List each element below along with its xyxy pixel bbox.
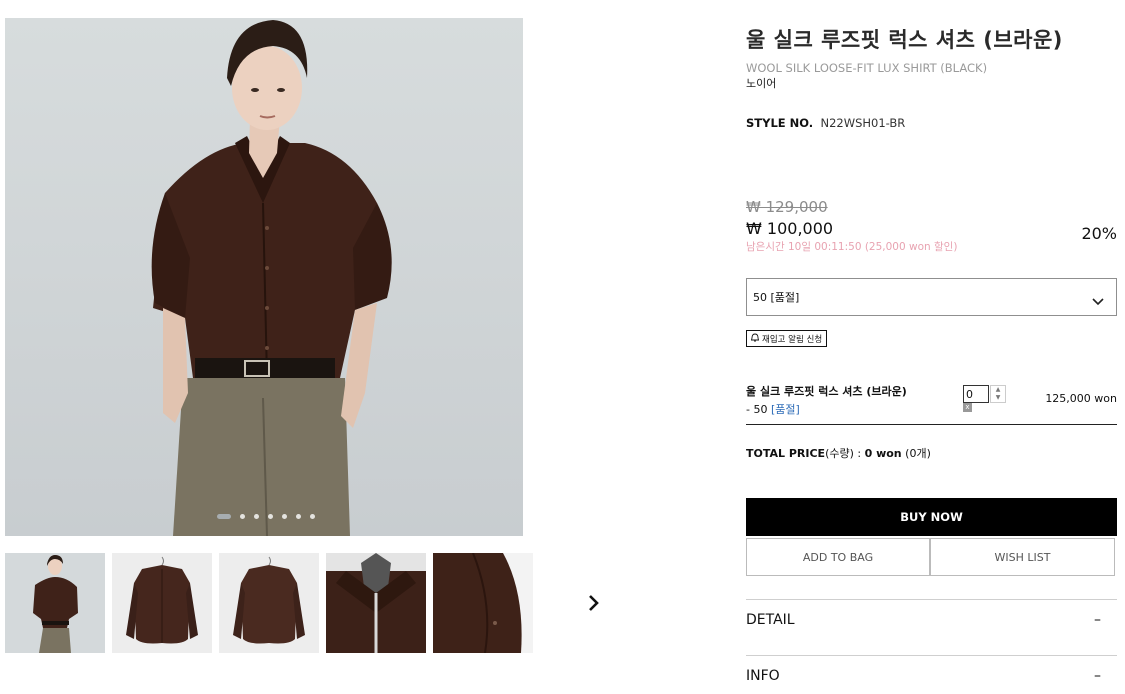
soldout-label: [품절]: [770, 403, 800, 416]
collapse-icon[interactable]: –: [1094, 668, 1101, 684]
thumbnail-hanger-back[interactable]: [219, 553, 319, 653]
total-item-count: (0개): [905, 447, 931, 460]
carousel-dots[interactable]: [217, 514, 315, 519]
wish-list-button[interactable]: WISH LIST: [930, 538, 1115, 576]
quantity-input[interactable]: 0: [963, 385, 989, 403]
thumbnail-cuff[interactable]: [433, 553, 533, 653]
brand-name[interactable]: 노이어: [746, 75, 776, 91]
total-price-amount: 0 won: [864, 447, 902, 460]
remove-item-icon[interactable]: x: [963, 403, 972, 412]
original-price: ₩ 129,000: [746, 198, 828, 216]
carousel-dot[interactable]: [268, 514, 273, 519]
selected-item-size: - 50: [746, 403, 768, 416]
thumb-hanger-back-image: [233, 556, 305, 644]
add-to-bag-button[interactable]: ADD TO BAG: [746, 538, 930, 576]
quantity-stepper[interactable]: ▲ ▼: [990, 385, 1006, 403]
sale-timer: 남은시간 10일 00:11:50 (25,000 won 할인): [746, 241, 958, 253]
size-option-select[interactable]: 50 [품절]: [746, 278, 1117, 316]
thumb-cuff-image: [433, 553, 522, 653]
selected-item-option: - 50 [품절]: [746, 401, 800, 417]
sale-price: ₩ 100,000: [746, 219, 834, 238]
carousel-dot[interactable]: [310, 514, 315, 519]
total-qty-label: (수량) :: [825, 447, 865, 460]
thumbnail-model[interactable]: [5, 553, 105, 653]
main-product-image[interactable]: [5, 18, 523, 536]
chevron-down-icon: [1092, 291, 1104, 310]
thumbnail-strip: [5, 553, 533, 653]
style-number-value: N22WSH01-BR: [820, 116, 906, 130]
divider: [746, 655, 1117, 656]
style-number: STYLE NO. N22WSH01-BR: [746, 116, 905, 130]
selected-item-price: 125,000 won: [1045, 392, 1117, 405]
product-title: 울 실크 루즈핏 럭스 셔츠 (브라운): [746, 28, 1063, 52]
accordion-detail-label: DETAIL: [746, 612, 795, 628]
restock-alert-button[interactable]: 재입고 알림 신청: [746, 330, 828, 347]
buy-now-button[interactable]: BUY NOW: [746, 498, 1117, 536]
divider: [746, 599, 1117, 600]
model-photo: [151, 20, 392, 536]
size-option-value: 50 [품절]: [753, 291, 800, 304]
carousel-dot[interactable]: [296, 514, 301, 519]
product-subtitle-en: WOOL SILK LOOSE-FIT LUX SHIRT (BLACK): [746, 61, 988, 75]
style-number-label: STYLE NO.: [746, 116, 814, 130]
discount-rate: 20%: [1081, 224, 1117, 243]
thumb-model-image: [33, 555, 78, 653]
total-price-label: TOTAL PRICE: [746, 447, 826, 460]
thumb-hanger-front-image: [126, 556, 198, 644]
accordion-info[interactable]: INFO –: [746, 668, 1117, 690]
selected-item-name: 울 실크 루즈핏 럭스 셔츠 (브라운): [746, 385, 907, 398]
accordion-detail[interactable]: DETAIL –: [746, 612, 1117, 634]
quantity-up-icon[interactable]: ▲: [991, 386, 1005, 394]
thumbnail-hanger-front[interactable]: [112, 553, 212, 653]
carousel-dot[interactable]: [240, 514, 245, 519]
quantity-down-icon[interactable]: ▼: [991, 394, 1005, 402]
bell-icon: [750, 333, 760, 345]
divider: [746, 424, 1117, 425]
carousel-dot[interactable]: [282, 514, 287, 519]
thumb-collar-image: [326, 553, 426, 653]
accordion-info-label: INFO: [746, 668, 780, 684]
thumbnail-collar[interactable]: [326, 553, 426, 653]
carousel-dot[interactable]: [254, 514, 259, 519]
total-price: TOTAL PRICE(수량) : 0 won (0개): [746, 445, 931, 461]
collapse-icon[interactable]: –: [1094, 612, 1101, 628]
restock-alert-label: 재입고 알림 신청: [762, 334, 823, 345]
thumbnail-next-arrow-icon[interactable]: [583, 590, 605, 616]
carousel-dot[interactable]: [217, 514, 231, 519]
